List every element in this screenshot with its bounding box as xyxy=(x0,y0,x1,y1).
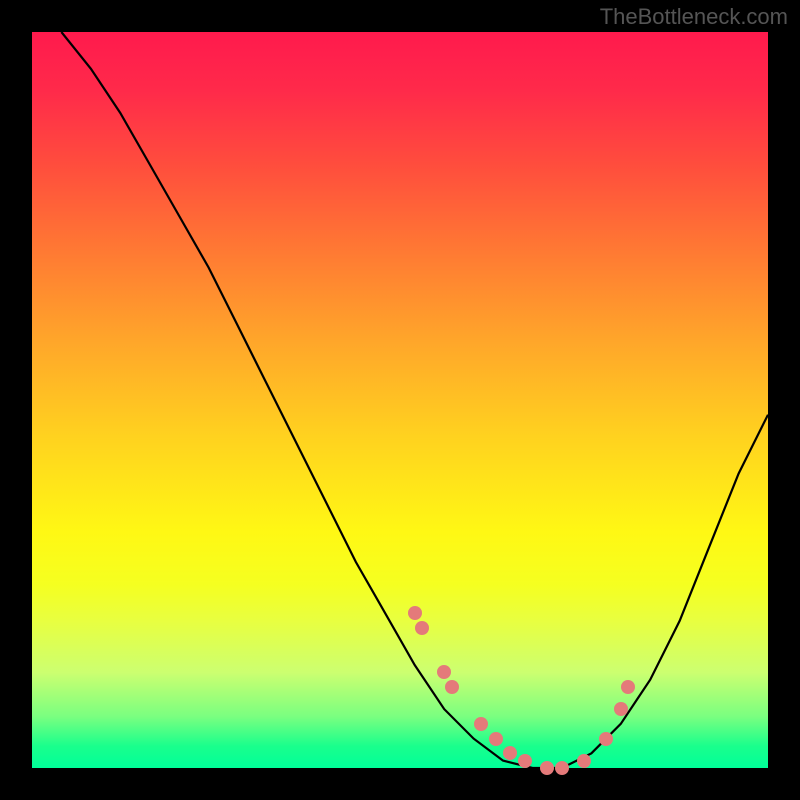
scatter-points-layer xyxy=(32,32,768,768)
scatter-point xyxy=(503,746,517,760)
scatter-point xyxy=(518,754,532,768)
scatter-point xyxy=(408,606,422,620)
scatter-point xyxy=(555,761,569,775)
scatter-point xyxy=(437,665,451,679)
scatter-point xyxy=(540,761,554,775)
scatter-point xyxy=(474,717,488,731)
watermark-text: TheBottleneck.com xyxy=(600,4,788,30)
scatter-point xyxy=(577,754,591,768)
scatter-point xyxy=(614,702,628,716)
scatter-point xyxy=(415,621,429,635)
scatter-point xyxy=(621,680,635,694)
scatter-point xyxy=(445,680,459,694)
scatter-point xyxy=(599,732,613,746)
plot-area xyxy=(32,32,768,768)
scatter-point xyxy=(489,732,503,746)
